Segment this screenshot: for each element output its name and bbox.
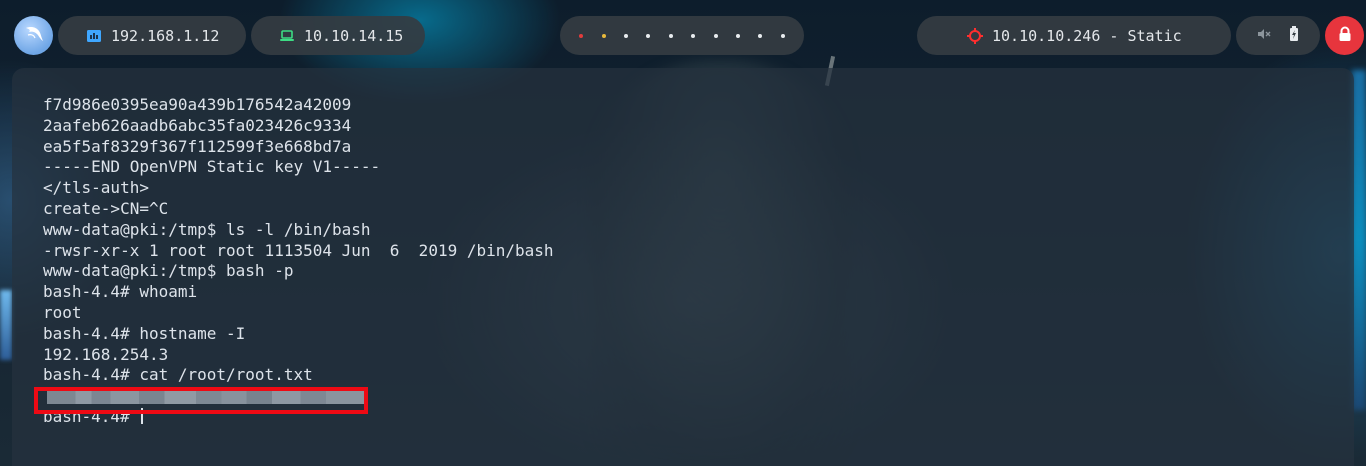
workspace-dot[interactable] bbox=[713, 33, 718, 38]
lock-screen-button[interactable] bbox=[1325, 16, 1364, 55]
workspace-dot[interactable] bbox=[691, 33, 696, 38]
workspace-dot[interactable] bbox=[735, 33, 740, 38]
terminal-line: f7d986e0395ea90a439b176542a42009 bbox=[43, 95, 352, 114]
terminal-line: create->CN=^C bbox=[43, 198, 169, 218]
terminal-line: www-data@pki:/tmp$ bash -p bbox=[43, 261, 294, 281]
vpn-ip-widget[interactable]: 10.10.14.15 bbox=[251, 16, 425, 55]
workspace-dot[interactable] bbox=[601, 33, 606, 38]
lock-icon bbox=[1338, 26, 1352, 46]
volume-muted-icon[interactable] bbox=[1257, 27, 1271, 45]
kali-dragon-icon bbox=[22, 22, 46, 50]
top-bar: 192.168.1.12 10.10.14.15 10.10.10.246 - … bbox=[0, 0, 1366, 70]
workspace-dot[interactable] bbox=[646, 33, 651, 38]
terminal-line: 192.168.254.3 bbox=[43, 344, 169, 364]
workspace-dot[interactable] bbox=[579, 33, 584, 38]
terminal-line: bash-4.4# cat /root/root.txt bbox=[43, 365, 313, 385]
terminal-line: bash-4.4# hostname -I bbox=[43, 323, 246, 343]
workspace-dot[interactable] bbox=[668, 33, 673, 38]
target-ip-widget[interactable]: 10.10.10.246 - Static bbox=[917, 16, 1231, 55]
battery-icon[interactable] bbox=[1289, 25, 1299, 46]
terminal-window[interactable]: f7d986e0395ea90a439b176542a42009 2aafeb6… bbox=[12, 68, 1354, 466]
terminal-line: root bbox=[43, 302, 82, 322]
ethernet-icon bbox=[86, 29, 102, 43]
local-ip-label: 192.168.1.12 bbox=[111, 26, 220, 45]
terminal-line: bash-4.4# whoami bbox=[43, 282, 198, 302]
background-neon-left bbox=[0, 290, 12, 360]
local-ip-widget[interactable]: 192.168.1.12 bbox=[58, 16, 246, 55]
target-ip-label: 10.10.10.246 - Static bbox=[992, 26, 1182, 45]
terminal-line: -----END OpenVPN Static key V1----- bbox=[43, 157, 381, 177]
terminal-line: -rwsr-xr-x 1 root root 1113504 Jun 6 201… bbox=[43, 240, 554, 260]
flag-highlight-box bbox=[34, 387, 368, 414]
terminal-line: 2aafeb626aadb6abc35fa023426c9334 bbox=[43, 115, 352, 135]
background-neon-right bbox=[1352, 70, 1366, 410]
system-tray bbox=[1236, 16, 1320, 55]
terminal-line: </tls-auth> bbox=[43, 178, 149, 198]
app-launcher-button[interactable] bbox=[14, 16, 53, 55]
workspace-dot[interactable] bbox=[623, 33, 628, 38]
vpn-ip-label: 10.10.14.15 bbox=[304, 26, 404, 45]
workspace-dot[interactable] bbox=[758, 33, 763, 38]
workspace-dot[interactable] bbox=[780, 33, 785, 38]
laptop-icon bbox=[279, 29, 295, 43]
terminal-line: www-data@pki:/tmp$ ls -l /bin/bash bbox=[43, 219, 371, 239]
workspace-switcher[interactable] bbox=[560, 16, 804, 55]
terminal-line: ea5f5af8329f367f112599f3e668bd7a bbox=[43, 136, 352, 156]
crosshair-icon bbox=[967, 27, 983, 44]
